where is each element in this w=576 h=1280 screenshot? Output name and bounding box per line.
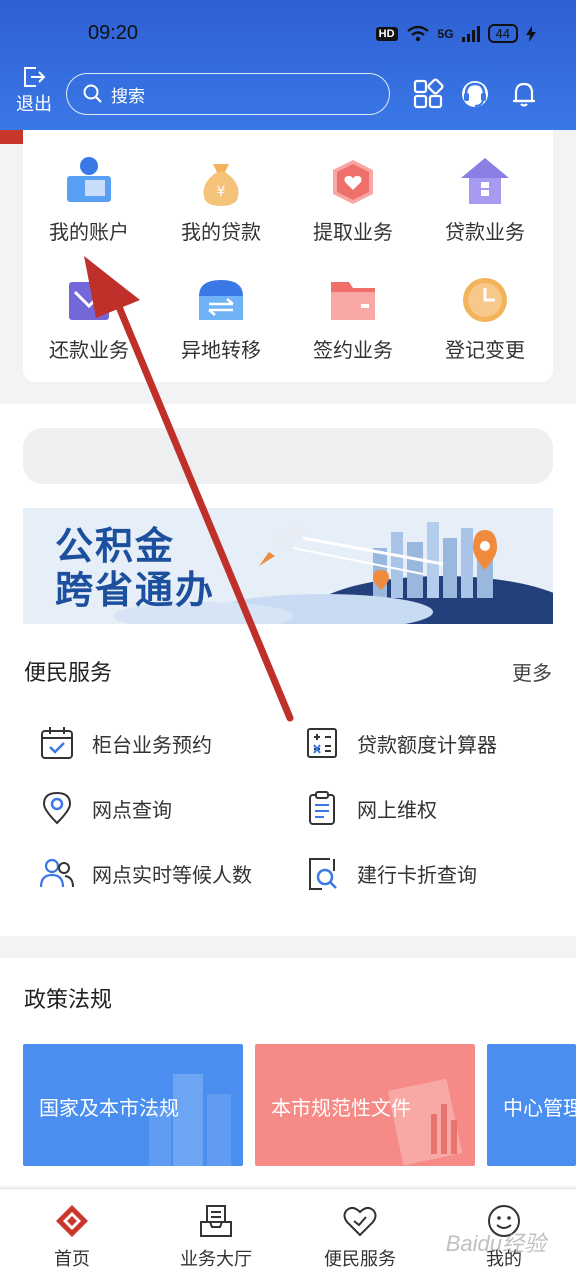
service-loan-calculator[interactable]: 贷款额度计算器	[304, 725, 497, 761]
service-online-rights[interactable]: 网上维权	[304, 790, 437, 826]
search-placeholder: 搜索	[111, 86, 145, 107]
grid-label: 我的账户	[49, 220, 129, 244]
convenience-title: 便民服务	[24, 661, 113, 686]
banner-line-1: 公积金	[55, 524, 176, 568]
banner-line-2: 跨省通办	[55, 568, 216, 612]
house-icon	[461, 158, 509, 204]
hd-badge: HD	[375, 26, 398, 41]
search-input[interactable]: 搜索	[66, 73, 390, 115]
grid-item-loan-business[interactable]: 贷款业务	[419, 154, 551, 245]
tab-label: 便民服务	[324, 1249, 396, 1270]
home-logo-icon	[56, 1205, 88, 1237]
customer-service-icon[interactable]	[459, 78, 491, 110]
banner-title: 公积金 跨省通办	[55, 524, 215, 612]
withdraw-icon	[333, 160, 373, 204]
service-outlet-query[interactable]: 网点查询	[39, 790, 172, 826]
policy-card-label: 本市规范性文件	[271, 1096, 411, 1120]
grid-label: 贷款业务	[445, 220, 525, 244]
tab-label: 首页	[54, 1249, 90, 1270]
tab-convenience[interactable]: 便民服务	[288, 1189, 432, 1271]
tab-business-hall[interactable]: 业务大厅	[144, 1189, 288, 1271]
status-time: 09:20	[88, 22, 139, 44]
grid-item-repay[interactable]: 还款业务	[23, 272, 155, 363]
repay-icon	[69, 282, 109, 320]
promo-banner[interactable]: 公积金 跨省通办	[23, 508, 553, 624]
policy-title: 政策法规	[24, 988, 113, 1013]
inbox-icon	[200, 1205, 232, 1237]
policy-card-label: 中心管理	[503, 1096, 576, 1120]
exit-label: 退出	[16, 94, 52, 115]
search-doc-icon	[309, 858, 337, 890]
service-label: 贷款额度计算器	[357, 732, 497, 757]
search-icon	[83, 84, 102, 103]
service-waiting-count[interactable]: 网点实时等候人数	[39, 855, 252, 891]
charging-icon	[526, 25, 536, 42]
grid-item-transfer[interactable]: 异地转移	[155, 272, 287, 363]
quick-access-card: 我的账户 ¥ 我的贷款 提取业务 贷款业务 还款业务 异地转移 签约业务 登记变…	[23, 130, 553, 382]
calendar-icon	[41, 727, 73, 759]
grid-item-my-account[interactable]: 我的账户	[23, 154, 155, 245]
calculator-icon	[307, 728, 337, 758]
grid-item-my-loan[interactable]: ¥ 我的贷款	[155, 154, 287, 245]
grid-label: 登记变更	[445, 338, 525, 362]
clipboard-icon	[309, 791, 335, 825]
policy-card-center[interactable]: 中心管理	[487, 1044, 576, 1166]
clock-icon	[463, 278, 507, 322]
service-label: 网上维权	[357, 797, 437, 822]
service-label: 建行卡折查询	[357, 862, 477, 887]
bell-icon[interactable]	[508, 78, 540, 110]
grid-label: 签约业务	[313, 338, 393, 362]
exit-button[interactable]: 退出	[12, 66, 56, 116]
svg-text:¥: ¥	[217, 184, 226, 200]
service-label: 网点实时等候人数	[92, 862, 252, 887]
status-bar: 09:20 HD 5G 44	[0, 0, 576, 56]
policy-card-label: 国家及本市法规	[39, 1096, 179, 1120]
notice-placeholder	[23, 428, 553, 484]
service-card-query[interactable]: 建行卡折查询	[304, 855, 477, 891]
decor-strip	[0, 130, 23, 144]
grid-item-register-change[interactable]: 登记变更	[419, 272, 551, 363]
network-label: 5G	[437, 26, 454, 41]
location-icon	[42, 791, 72, 825]
grid-item-withdraw[interactable]: 提取业务	[287, 154, 419, 245]
signal-icon	[461, 25, 480, 42]
transfer-icon	[199, 280, 243, 320]
more-link[interactable]: 更多	[512, 657, 552, 686]
grid-item-signing[interactable]: 签约业务	[287, 272, 419, 363]
account-icon	[67, 157, 111, 202]
folder-icon	[331, 282, 375, 320]
policy-card-national[interactable]: 国家及本市法规	[23, 1044, 243, 1166]
watermark: Baidu经验	[445, 1231, 546, 1256]
policy-card-municipal[interactable]: 本市规范性文件	[255, 1044, 475, 1166]
money-bag-icon: ¥	[203, 164, 239, 206]
grid-label: 异地转移	[181, 338, 261, 362]
people-icon	[39, 858, 74, 888]
wifi-icon	[406, 25, 429, 41]
status-icons: HD 5G 44	[375, 24, 536, 43]
battery-indicator: 44	[487, 24, 518, 43]
app-header: 09:20 HD 5G 44 退出 搜索	[0, 0, 576, 130]
heart-icon	[343, 1206, 377, 1237]
tab-home[interactable]: 首页	[0, 1189, 144, 1271]
service-label: 网点查询	[92, 797, 172, 822]
grid-label: 还款业务	[49, 338, 129, 362]
tab-label: 业务大厅	[180, 1249, 252, 1270]
grid-label: 提取业务	[313, 220, 393, 244]
apps-grid-icon[interactable]	[412, 78, 444, 110]
exit-icon	[24, 67, 46, 87]
service-label: 柜台业务预约	[92, 732, 212, 757]
service-counter-booking[interactable]: 柜台业务预约	[39, 725, 212, 761]
grid-label: 我的贷款	[181, 220, 261, 244]
